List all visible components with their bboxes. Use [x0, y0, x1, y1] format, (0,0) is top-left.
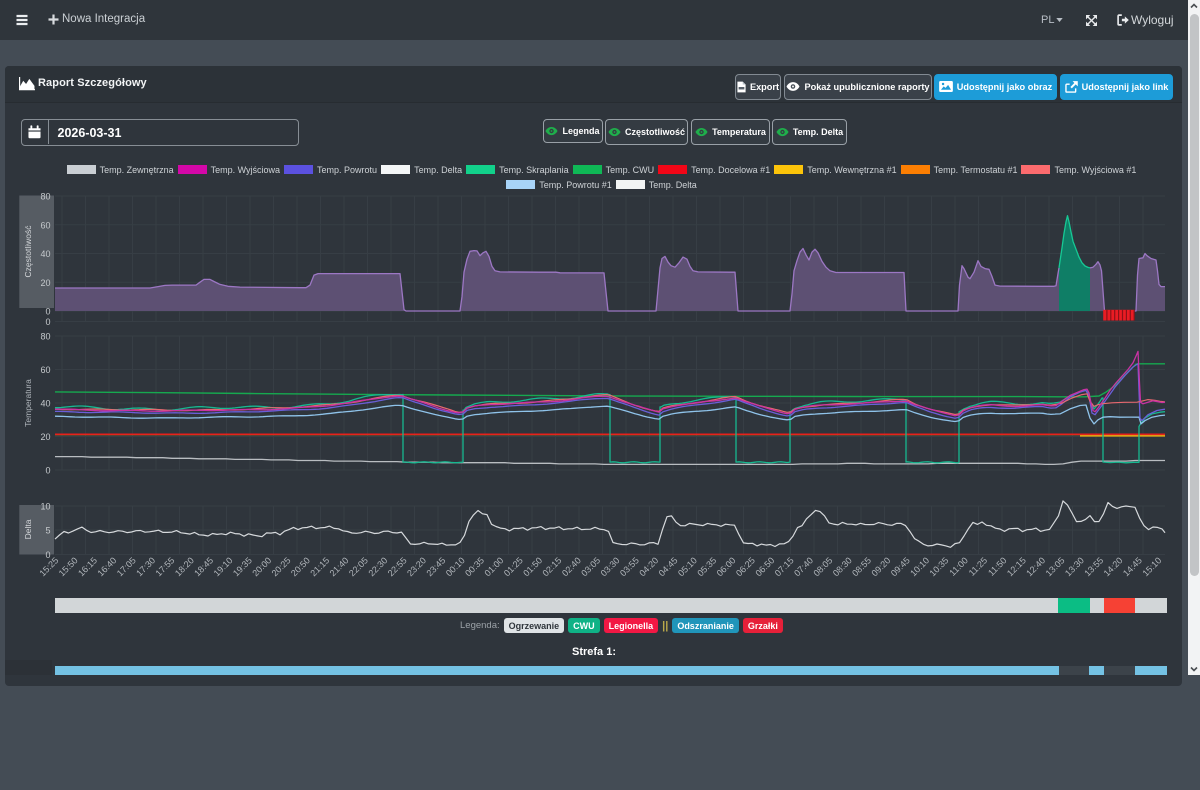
svg-text:10:10: 10:10 [908, 555, 931, 578]
svg-text:40: 40 [40, 399, 50, 409]
svg-text:Częstotliwość: Częstotliwość [23, 225, 33, 278]
svg-text:17:55: 17:55 [154, 555, 177, 578]
svg-text:04:20: 04:20 [637, 555, 660, 578]
svg-text:11:25: 11:25 [967, 555, 990, 578]
svg-text:20: 20 [40, 278, 50, 288]
svg-text:17:30: 17:30 [134, 555, 157, 578]
svg-text:19:35: 19:35 [231, 555, 254, 578]
svg-text:16:15: 16:15 [76, 555, 99, 578]
svg-text:01:00: 01:00 [483, 555, 506, 578]
svg-text:21:40: 21:40 [328, 555, 351, 578]
svg-text:01:25: 01:25 [502, 555, 525, 578]
svg-text:15:25: 15:25 [37, 555, 60, 578]
svg-text:17:05: 17:05 [115, 555, 138, 578]
svg-text:11:50: 11:50 [986, 555, 1009, 578]
svg-text:18:20: 18:20 [173, 555, 196, 578]
svg-text:05:35: 05:35 [695, 555, 718, 578]
svg-text:10:35: 10:35 [928, 555, 951, 578]
svg-text:13:30: 13:30 [1063, 555, 1086, 578]
svg-text:06:50: 06:50 [753, 555, 776, 578]
svg-text:0: 0 [45, 307, 50, 317]
svg-text:21:15: 21:15 [308, 555, 331, 578]
svg-text:03:55: 03:55 [618, 555, 641, 578]
svg-text:09:20: 09:20 [870, 555, 893, 578]
svg-text:60: 60 [40, 365, 50, 375]
svg-text:13:55: 13:55 [1082, 555, 1105, 578]
svg-text:12:40: 12:40 [1024, 555, 1047, 578]
svg-text:00:35: 00:35 [463, 555, 486, 578]
svg-text:19:10: 19:10 [212, 555, 235, 578]
svg-text:5: 5 [45, 526, 50, 536]
svg-text:13:05: 13:05 [1044, 555, 1067, 578]
svg-text:Delta: Delta [23, 519, 33, 539]
svg-text:14:20: 14:20 [1102, 555, 1125, 578]
svg-text:06:25: 06:25 [734, 555, 757, 578]
svg-text:08:05: 08:05 [811, 555, 834, 578]
svg-text:80: 80 [40, 332, 50, 342]
svg-text:23:20: 23:20 [405, 555, 428, 578]
svg-text:15:50: 15:50 [57, 555, 80, 578]
svg-text:22:05: 22:05 [347, 555, 370, 578]
svg-text:Temperatura: Temperatura [23, 379, 33, 427]
svg-text:06:00: 06:00 [715, 555, 738, 578]
svg-text:12:15: 12:15 [1005, 555, 1028, 578]
svg-text:00:10: 00:10 [444, 555, 467, 578]
svg-text:23:45: 23:45 [424, 555, 447, 578]
svg-text:07:40: 07:40 [792, 555, 815, 578]
svg-text:03:30: 03:30 [599, 555, 622, 578]
svg-text:02:15: 02:15 [541, 555, 564, 578]
svg-text:14:45: 14:45 [1121, 555, 1144, 578]
svg-text:0: 0 [45, 317, 50, 327]
svg-text:04:45: 04:45 [657, 555, 680, 578]
svg-text:22:30: 22:30 [366, 555, 389, 578]
svg-text:02:40: 02:40 [560, 555, 583, 578]
svg-text:22:55: 22:55 [386, 555, 409, 578]
svg-text:20:00: 20:00 [250, 555, 273, 578]
svg-text:11:00: 11:00 [947, 555, 970, 578]
svg-text:80: 80 [40, 192, 50, 202]
svg-text:20:50: 20:50 [289, 555, 312, 578]
svg-text:01:50: 01:50 [521, 555, 544, 578]
svg-text:20:25: 20:25 [270, 555, 293, 578]
svg-text:60: 60 [40, 220, 50, 230]
svg-text:03:05: 03:05 [579, 555, 602, 578]
svg-text:09:45: 09:45 [889, 555, 912, 578]
svg-text:20: 20 [40, 432, 50, 442]
svg-text:40: 40 [40, 249, 50, 259]
svg-text:0: 0 [45, 466, 50, 476]
svg-text:08:55: 08:55 [850, 555, 873, 578]
svg-text:10: 10 [40, 502, 50, 512]
svg-text:18:45: 18:45 [192, 555, 215, 578]
svg-text:15:10: 15:10 [1140, 555, 1163, 578]
svg-text:08:30: 08:30 [831, 555, 854, 578]
svg-text:16:40: 16:40 [96, 555, 119, 578]
svg-text:05:10: 05:10 [676, 555, 699, 578]
svg-text:07:15: 07:15 [773, 555, 796, 578]
